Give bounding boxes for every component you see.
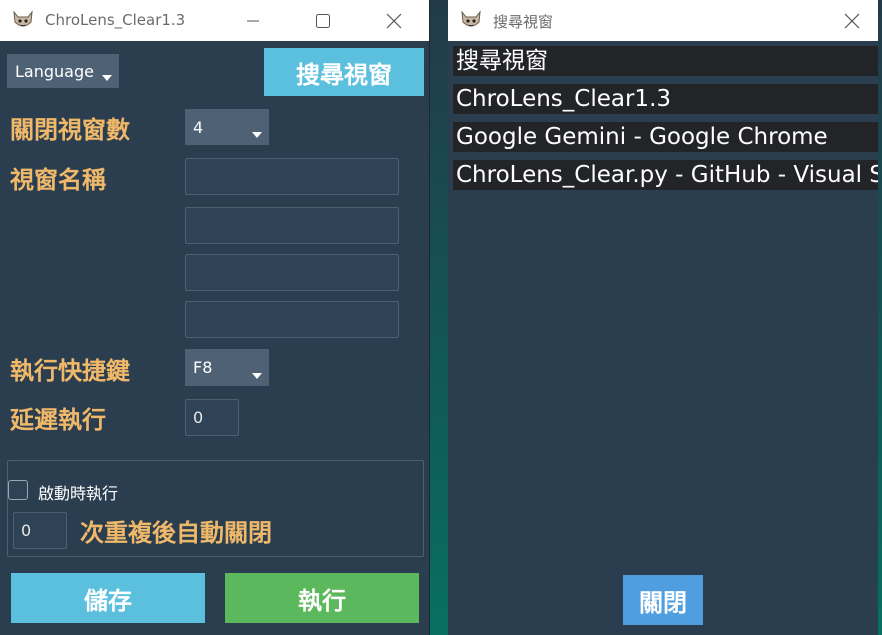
chevron-down-icon — [252, 373, 262, 379]
desktop-background — [430, 0, 448, 635]
hotkey-label: 執行快捷鍵 — [10, 357, 130, 385]
window-name-input-4[interactable] — [185, 301, 399, 338]
list-item[interactable]: 搜尋視窗 — [453, 46, 878, 76]
chevron-down-icon — [102, 75, 112, 81]
app-cat-icon — [461, 10, 481, 27]
close-count-combobox[interactable]: 4 — [185, 109, 269, 145]
minimize-icon — [247, 20, 259, 21]
language-combobox[interactable]: Language — [7, 54, 119, 88]
run-button[interactable]: 執行 — [225, 573, 419, 623]
window-name-input-1[interactable] — [185, 158, 399, 195]
main-titlebar[interactable]: ChroLens_Clear1.3 — [0, 0, 429, 41]
hotkey-value: F8 — [193, 358, 213, 377]
minimize-button[interactable] — [230, 0, 276, 41]
close-icon — [386, 13, 402, 28]
run-on-start-checkbox[interactable] — [8, 480, 28, 500]
search-window: 搜尋視窗 搜尋視窗 ChroLens_Clear1.3 Google Gemin… — [448, 0, 878, 635]
close-count-value: 4 — [193, 117, 204, 137]
repeat-count-input[interactable]: 0 — [13, 512, 67, 549]
maximize-button[interactable] — [300, 0, 346, 41]
language-combobox-value: Language — [15, 61, 94, 81]
search-window-title: 搜尋視窗 — [493, 13, 554, 31]
close-icon — [844, 13, 860, 28]
delay-input[interactable]: 0 — [185, 399, 239, 436]
close-window-button[interactable] — [371, 0, 417, 41]
list-item[interactable]: Google Gemini - Google Chrome — [453, 122, 878, 152]
search-window-button[interactable]: 搜尋視窗 — [264, 48, 424, 96]
chevron-down-icon — [252, 132, 262, 138]
desktop-background-edge — [878, 0, 882, 635]
delay-label: 延遲執行 — [10, 406, 106, 434]
hotkey-combobox[interactable]: F8 — [185, 349, 269, 386]
list-item[interactable]: ChroLens_Clear.py - GitHub - Visual Stud… — [453, 160, 878, 190]
search-titlebar[interactable]: 搜尋視窗 — [448, 0, 878, 41]
maximize-icon — [316, 13, 330, 28]
close-button[interactable]: 關閉 — [623, 575, 703, 625]
app-cat-icon — [13, 10, 33, 27]
window-name-input-2[interactable] — [185, 207, 399, 244]
close-count-label: 關閉視窗數 — [10, 116, 130, 144]
window-names-label: 視窗名稱 — [10, 166, 106, 194]
save-button[interactable]: 儲存 — [11, 573, 205, 623]
main-window: ChroLens_Clear1.3 Language 搜尋視窗 關閉視窗數 4 … — [0, 0, 430, 635]
window-name-input-3[interactable] — [185, 254, 399, 291]
list-item[interactable]: ChroLens_Clear1.3 — [453, 84, 878, 114]
close-search-window-button[interactable] — [829, 0, 875, 41]
run-on-start-label: 啟動時執行 — [38, 484, 119, 503]
repeat-close-label: 次重複後自動關閉 — [80, 519, 272, 547]
window-title: ChroLens_Clear1.3 — [45, 11, 186, 29]
